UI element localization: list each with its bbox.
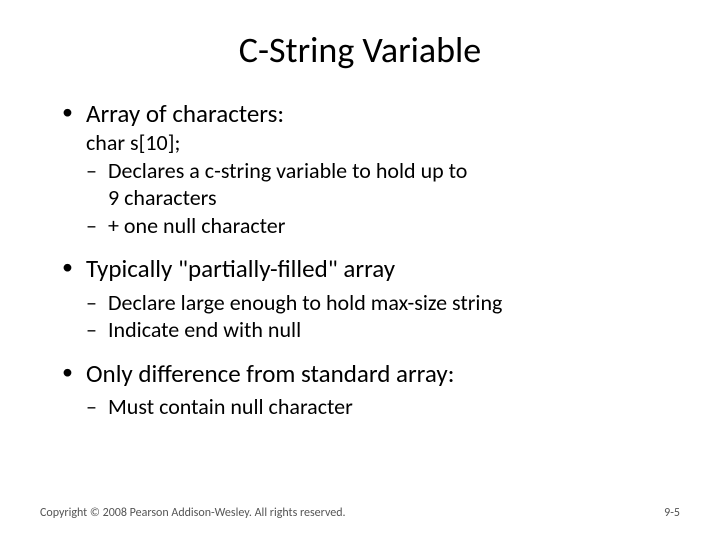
bullet-3-text: Only difference from standard array: (86, 358, 454, 389)
bullet-1-sub-a-line2: 9 characters (108, 184, 217, 211)
bullet-2-sub-b: Indicate end with null (108, 316, 680, 344)
bullet-2-sublist: Declare large enough to hold max-size st… (86, 289, 680, 344)
slide-title: C-String Variable (40, 28, 680, 72)
page-number: 9-5 (664, 506, 680, 520)
bullet-1-sub-a: Declares a c-string variable to hold up … (108, 157, 680, 212)
bullet-1: Array of characters: char s[10]; Declare… (86, 98, 680, 239)
bullet-1-text: Array of characters: (86, 98, 284, 129)
bullet-1-sub-a-line1: Declares a c-string variable to hold up … (108, 157, 467, 184)
bullet-1-sublist: Declares a c-string variable to hold up … (86, 157, 680, 240)
bullet-1-code: char s[10]; (86, 129, 680, 157)
bullet-2-sub-a: Declare large enough to hold max-size st… (108, 289, 680, 317)
bullet-1-sub-b: + one null character (108, 212, 680, 240)
bullet-3: Only difference from standard array: Mus… (86, 358, 680, 421)
bullet-list: Array of characters: char s[10]; Declare… (40, 98, 680, 420)
bullet-3-sub-a: Must contain null character (108, 393, 680, 421)
footer: Copyright © 2008 Pearson Addison-Wesley.… (40, 506, 680, 520)
bullet-3-sublist: Must contain null character (86, 393, 680, 421)
slide: C-String Variable Array of characters: c… (0, 0, 720, 540)
copyright-text: Copyright © 2008 Pearson Addison-Wesley.… (40, 506, 346, 520)
bullet-2-text: Typically "partially-filled" array (86, 253, 395, 284)
bullet-2: Typically "partially-filled" array Decla… (86, 253, 680, 343)
